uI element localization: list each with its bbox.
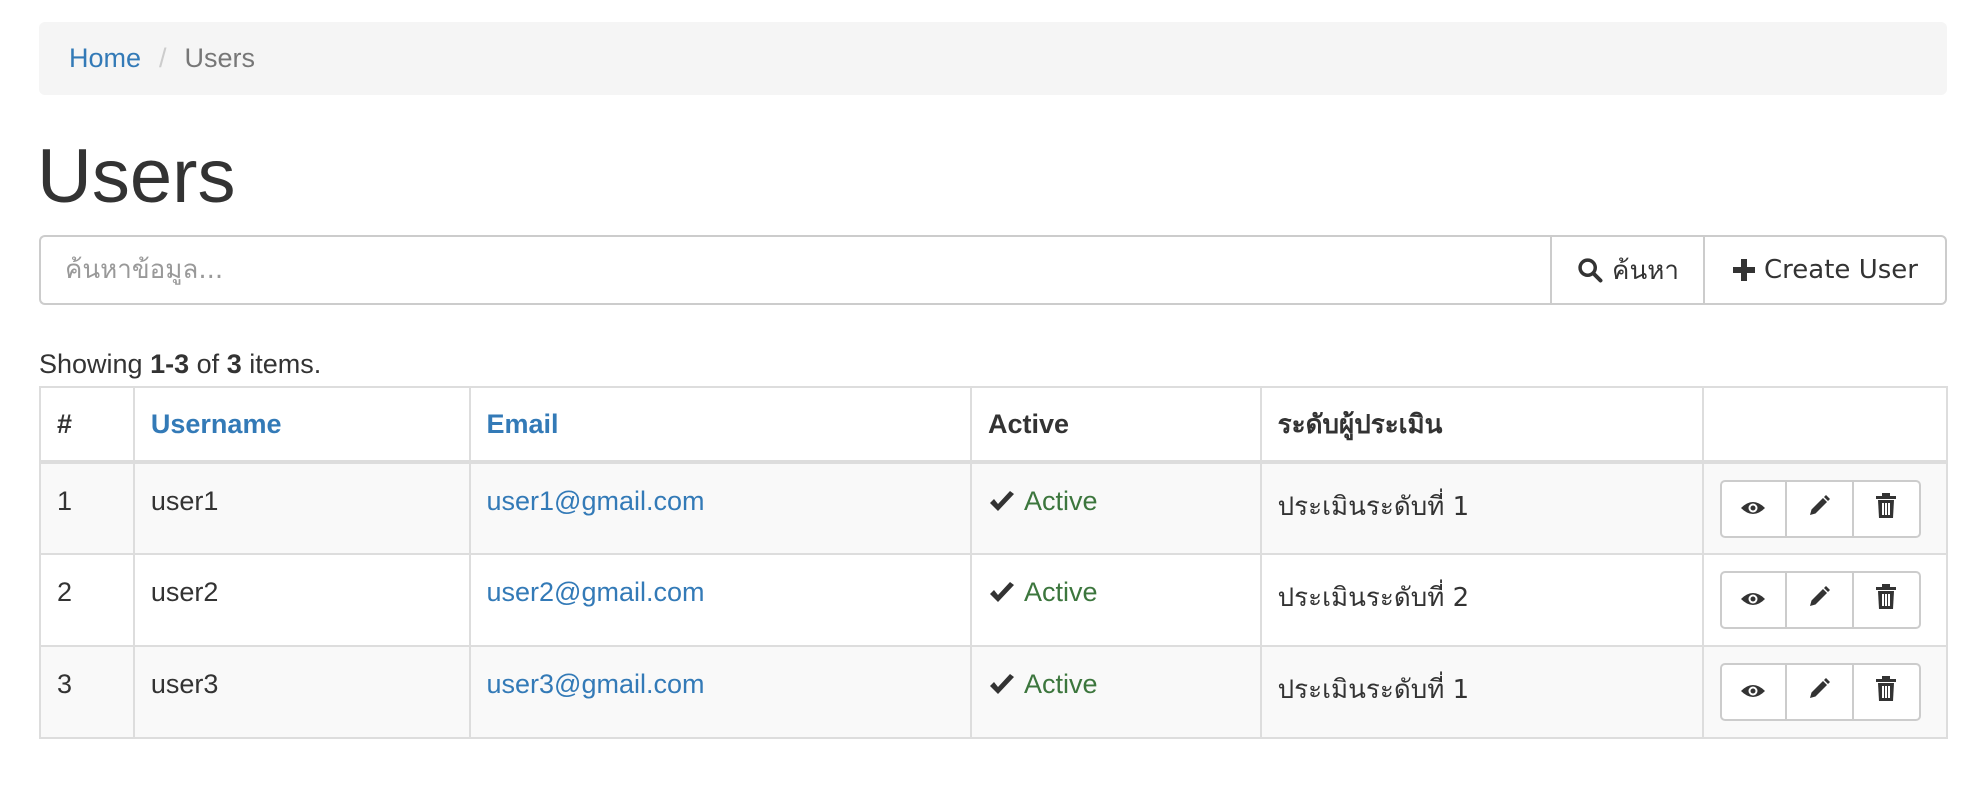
search-icon bbox=[1576, 256, 1604, 284]
cell-number: 1 bbox=[39, 461, 135, 555]
email-link[interactable]: user1@gmail.com bbox=[487, 486, 705, 516]
trash-icon bbox=[1875, 583, 1897, 617]
column-header-number: # bbox=[39, 386, 135, 464]
cell-username: user1 bbox=[132, 461, 471, 555]
delete-button[interactable] bbox=[1853, 663, 1921, 721]
view-button[interactable] bbox=[1719, 571, 1787, 629]
edit-button[interactable] bbox=[1786, 571, 1854, 629]
summary-total: 3 bbox=[226, 349, 242, 379]
page-title: Users bbox=[37, 134, 236, 219]
breadcrumb-current: Users bbox=[184, 43, 256, 73]
check-icon bbox=[988, 581, 1016, 605]
active-status: Active bbox=[1023, 486, 1098, 516]
email-link[interactable]: user2@gmail.com bbox=[487, 577, 705, 607]
summary-suffix: items. bbox=[249, 349, 322, 379]
plus-icon bbox=[1732, 258, 1756, 282]
column-header-email[interactable]: Email bbox=[468, 386, 972, 464]
delete-button[interactable] bbox=[1853, 480, 1921, 538]
cell-email: user3@gmail.com bbox=[468, 645, 972, 739]
active-status: Active bbox=[1023, 577, 1098, 607]
summary-prefix: Showing bbox=[39, 349, 143, 379]
view-button[interactable] bbox=[1719, 480, 1787, 538]
users-table: # Username Email Active ระดับผู้ประเมิน … bbox=[39, 386, 1949, 739]
pencil-icon bbox=[1807, 677, 1831, 708]
column-header-level: ระดับผู้ประเมิน bbox=[1259, 386, 1704, 464]
active-status: Active bbox=[1023, 669, 1098, 699]
table-row: 2 user2 user2@gmail.com Active ประเมินระ… bbox=[39, 553, 1949, 647]
cell-number: 2 bbox=[39, 553, 135, 647]
cell-actions bbox=[1701, 461, 1949, 555]
pencil-icon bbox=[1807, 585, 1831, 616]
table-row: 1 user1 user1@gmail.com Active ประเมินระ… bbox=[39, 461, 1949, 555]
breadcrumb-separator: / bbox=[159, 43, 167, 73]
search-input[interactable] bbox=[39, 235, 1550, 305]
eye-icon bbox=[1740, 585, 1766, 616]
pencil-icon bbox=[1807, 494, 1831, 525]
items-summary: Showing 1-3 of 3 items. bbox=[39, 349, 321, 380]
table-row: 3 user3 user3@gmail.com Active ประเมินระ… bbox=[39, 645, 1949, 739]
summary-range: 1-3 bbox=[150, 349, 190, 379]
cell-active: Active bbox=[969, 553, 1262, 647]
column-header-active: Active bbox=[969, 386, 1262, 464]
row-action-group bbox=[1719, 663, 1930, 721]
edit-button[interactable] bbox=[1786, 480, 1854, 538]
search-button[interactable]: ค้นหา bbox=[1550, 235, 1705, 305]
trash-icon bbox=[1875, 492, 1897, 526]
column-header-username[interactable]: Username bbox=[132, 386, 471, 464]
view-button[interactable] bbox=[1719, 663, 1787, 721]
delete-button[interactable] bbox=[1853, 571, 1921, 629]
cell-actions bbox=[1701, 553, 1949, 647]
create-user-label: Create User bbox=[1764, 255, 1918, 285]
search-button-label: ค้นหา bbox=[1612, 255, 1679, 286]
breadcrumb-home-link[interactable]: Home bbox=[69, 43, 141, 74]
page: Home / Users Users ค้นหา Create User bbox=[0, 0, 1984, 798]
cell-email: user1@gmail.com bbox=[468, 461, 972, 555]
breadcrumb: Home / Users bbox=[39, 22, 1947, 95]
row-action-group bbox=[1719, 571, 1930, 629]
create-user-button[interactable]: Create User bbox=[1705, 235, 1947, 305]
table-header-row: # Username Email Active ระดับผู้ประเมิน bbox=[39, 386, 1949, 464]
cell-username: user3 bbox=[132, 645, 471, 739]
summary-of: of bbox=[196, 349, 220, 379]
cell-actions bbox=[1701, 645, 1949, 739]
trash-icon bbox=[1875, 675, 1897, 709]
cell-number: 3 bbox=[39, 645, 135, 739]
check-icon bbox=[988, 490, 1016, 514]
row-action-group bbox=[1719, 480, 1930, 538]
eye-icon bbox=[1740, 677, 1766, 708]
eye-icon bbox=[1740, 494, 1766, 525]
check-icon bbox=[988, 673, 1016, 697]
cell-email: user2@gmail.com bbox=[468, 553, 972, 647]
edit-button[interactable] bbox=[1786, 663, 1854, 721]
cell-level: ประเมินระดับที่ 1 bbox=[1259, 461, 1704, 555]
email-link[interactable]: user3@gmail.com bbox=[487, 669, 705, 699]
cell-active: Active bbox=[969, 645, 1262, 739]
cell-level: ประเมินระดับที่ 2 bbox=[1259, 553, 1704, 647]
search-group: ค้นหา Create User bbox=[39, 235, 1947, 305]
cell-level: ประเมินระดับที่ 1 bbox=[1259, 645, 1704, 739]
cell-active: Active bbox=[969, 461, 1262, 555]
column-header-actions bbox=[1701, 386, 1949, 464]
cell-username: user2 bbox=[132, 553, 471, 647]
